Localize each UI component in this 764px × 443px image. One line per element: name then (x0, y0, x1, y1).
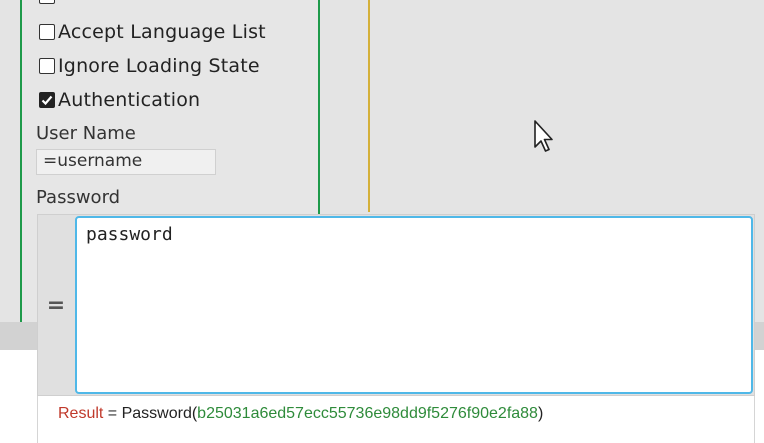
result-label: Result (58, 405, 104, 422)
result-equals: = (103, 405, 122, 422)
accept-language-list-checkbox[interactable] (39, 24, 55, 40)
result-hash: b25031a6ed57ecc55736e98dd9f5276f90e2fa88 (197, 405, 538, 422)
option-authentication[interactable]: Authentication (39, 89, 200, 111)
authentication-label: Authentication (58, 89, 201, 111)
expression-result: Result = Password ( b25031a6ed57ecc55736… (37, 396, 755, 443)
user-name-label: User Name (36, 123, 136, 144)
result-close-paren: ) (537, 405, 544, 422)
ignore-loading-state-label: Ignore Loading State (58, 55, 260, 77)
password-label: Password (36, 187, 121, 208)
checkbox-row-cut-off (39, 0, 58, 4)
checkmark-icon (41, 95, 53, 106)
column-separator (368, 0, 370, 212)
authentication-checkbox[interactable] (39, 92, 55, 108)
ignore-loading-state-checkbox[interactable] (39, 58, 55, 74)
user-name-field[interactable]: =username (36, 149, 216, 175)
option-accept-language-list[interactable]: Accept Language List (39, 21, 266, 43)
expression-equals-gutter[interactable]: = (38, 215, 74, 395)
expression-editor-popup: = password (37, 214, 755, 396)
mouse-pointer-icon (534, 120, 553, 152)
result-function: Password (121, 405, 192, 422)
accept-language-list-label: Accept Language List (58, 21, 266, 43)
option-ignore-loading-state[interactable]: Ignore Loading State (39, 55, 260, 77)
password-expression-input[interactable]: password (75, 216, 753, 394)
checkbox[interactable] (39, 0, 55, 4)
